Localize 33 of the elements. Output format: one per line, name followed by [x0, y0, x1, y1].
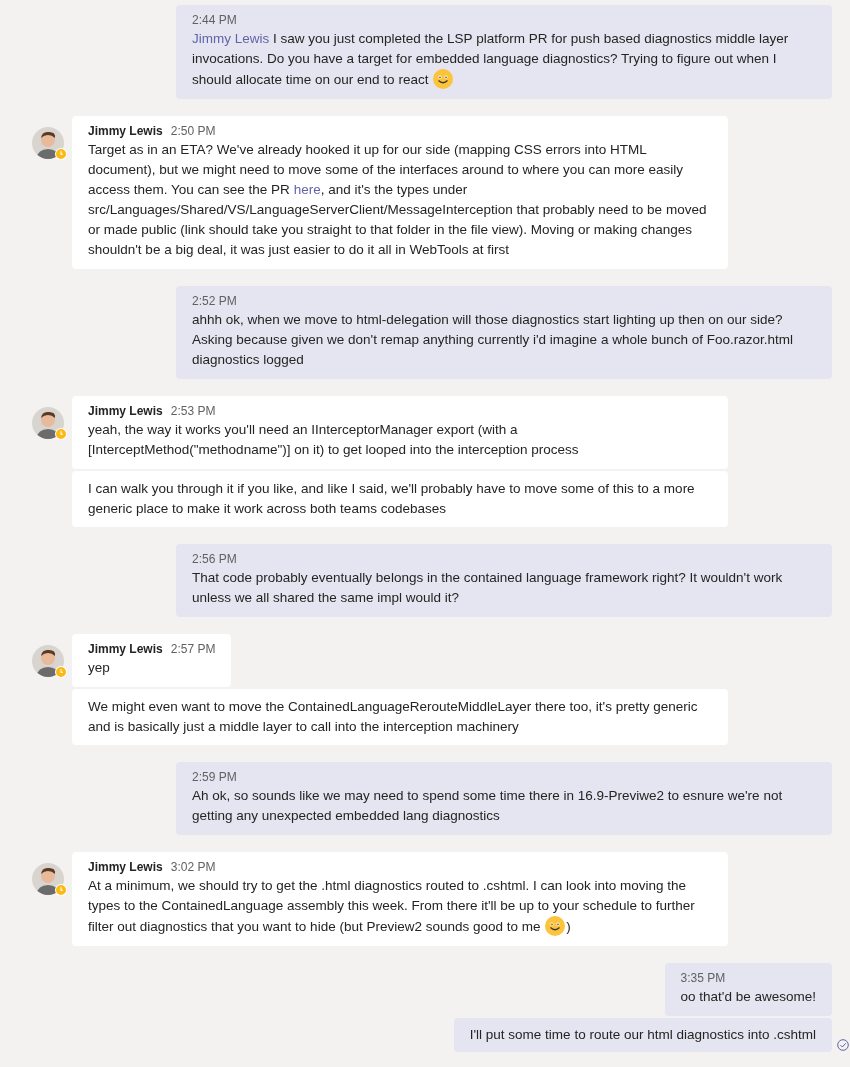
smiley-icon	[433, 69, 454, 89]
message-time: 2:50 PM	[170, 123, 216, 139]
message-text: We might even want to move the ContainedLanguageRerouteMiddleLayer there too, it's pretty generic and is basically just a middle layer to call into the interception machinery	[88, 698, 699, 736]
message-text: Ah ok, so sounds like we may need to spend some time there in 16.9-Previwe2 to esnure we're not getting any unexpected embedded lang diagnostics	[192, 787, 784, 825]
pr-link[interactable]: here	[293, 182, 321, 197]
message-text: yep	[88, 659, 111, 677]
author-name: Jimmy Lewis	[88, 123, 163, 139]
message-text: At a minimum, we should try to get the .html diagnostics routed to .cshtml. I can look into moving the types to the ContainedLanguage assembly this week. From there it'll be up to your schedule to further filter out diagnostics that you want to hide (but Preview2 sounds good to me )	[88, 877, 696, 937]
message-time: 3:02 PM	[170, 859, 216, 875]
message-time: 2:44 PM	[192, 12, 238, 28]
message-time: 2:56 PM	[192, 551, 238, 567]
author-name: Jimmy Lewis	[88, 859, 163, 875]
message-text: I can walk you through it if you like, and like I said, we'll probably have to move some of this to a more generic place to make it work across both teams codebases	[88, 480, 696, 518]
avatar[interactable]	[32, 863, 64, 895]
avatar[interactable]	[32, 127, 64, 159]
message-time: 2:57 PM	[170, 641, 216, 657]
avatar[interactable]	[32, 645, 64, 677]
message-time: 3:35 PM	[680, 970, 727, 986]
message-text: I'll put some time to route our html diagnostics into .cshtml	[469, 1026, 816, 1044]
message-time: 2:52 PM	[192, 293, 238, 309]
message-text: That code probably eventually belongs in the contained language framework right? It wouldn't work unless we all shared the same impl would it?	[192, 569, 784, 607]
message-text: Target as in an ETA? We've already hooked it up for our side (mapping CSS errors into HTML document), but we might need to move some of the interfaces around to where you can more easily access them. You can see the PR here, and it's the types under src/Languages/Shared/VS/LanguageServerClient/MessageInterception that probably need to be moved or made public (link should take you straight to that folder in the file view). Moving or making changes shouldn't be a big deal, it was just easier to do it all in WebTools at first	[88, 141, 708, 259]
mention-link[interactable]: Jimmy Lewis	[192, 31, 270, 46]
message-text: ahhh ok, when we move to html-delegation will those diagnostics start lighting up then on our side? Asking because given we don't remap anything currently i'd imagine a whole bunch of Foo.razor.html diagnostics logged	[192, 311, 794, 369]
author-name: Jimmy Lewis	[88, 641, 163, 657]
author-name: Jimmy Lewis	[88, 403, 163, 419]
message-time: 2:53 PM	[170, 403, 216, 419]
message-text: Jimmy Lewis I saw you just completed the LSP platform PR for push based diagnostics middle layer invocations. Do you have a target for embedded language diagnostics? Trying to figure out when I should allocate time on our end to react	[192, 30, 790, 90]
message-time: 2:59 PM	[192, 769, 238, 785]
smiley-icon	[545, 916, 566, 936]
message-text: oo that'd be awesome!	[680, 988, 816, 1006]
message-text: yeah, the way it works you'll need an IInterceptorManager export (with a [InterceptMethod("methodname")] on it) to get looped into the interception process	[88, 421, 580, 459]
avatar[interactable]	[32, 407, 64, 439]
